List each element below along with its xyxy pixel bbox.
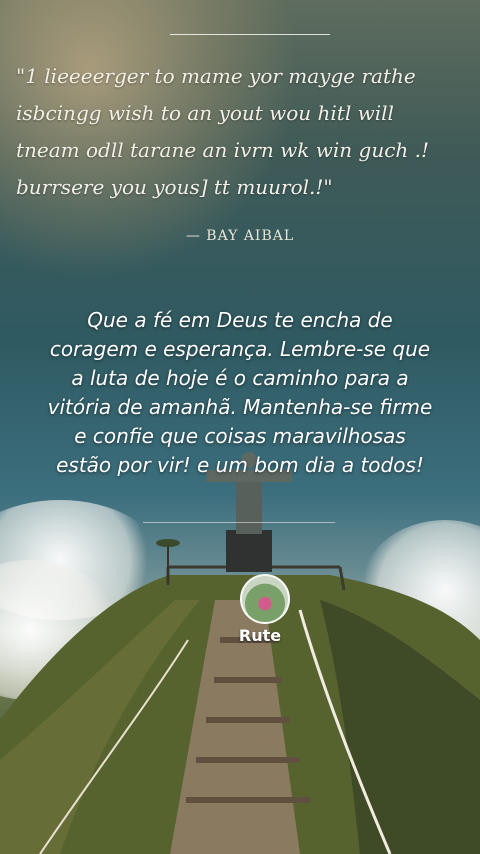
avatar[interactable] [240, 574, 290, 624]
quote-author: — BAY AIBAL [185, 228, 295, 244]
quote-line: tneam odll tarane an ivrn wk win guch .! [16, 138, 430, 162]
quote-line: "1 lieeeerger to mame yor mayge rathe [16, 64, 416, 88]
caption-divider [143, 522, 335, 523]
status-post-screen: "1 lieeeerger to mame yor mayge rathe is… [0, 0, 480, 854]
quote-line: burrsere you yous] tt muurol.!" [16, 175, 333, 199]
profile-name[interactable]: Rute [200, 626, 320, 645]
status-caption: Que a fé em Deus te encha de coragem e e… [47, 308, 433, 477]
quote-text: "1 lieeeerger to mame yor mayge rathe is… [16, 58, 474, 206]
quote-line: isbcingg wish to an yout wou hitl will [16, 101, 394, 125]
top-divider [170, 34, 330, 35]
